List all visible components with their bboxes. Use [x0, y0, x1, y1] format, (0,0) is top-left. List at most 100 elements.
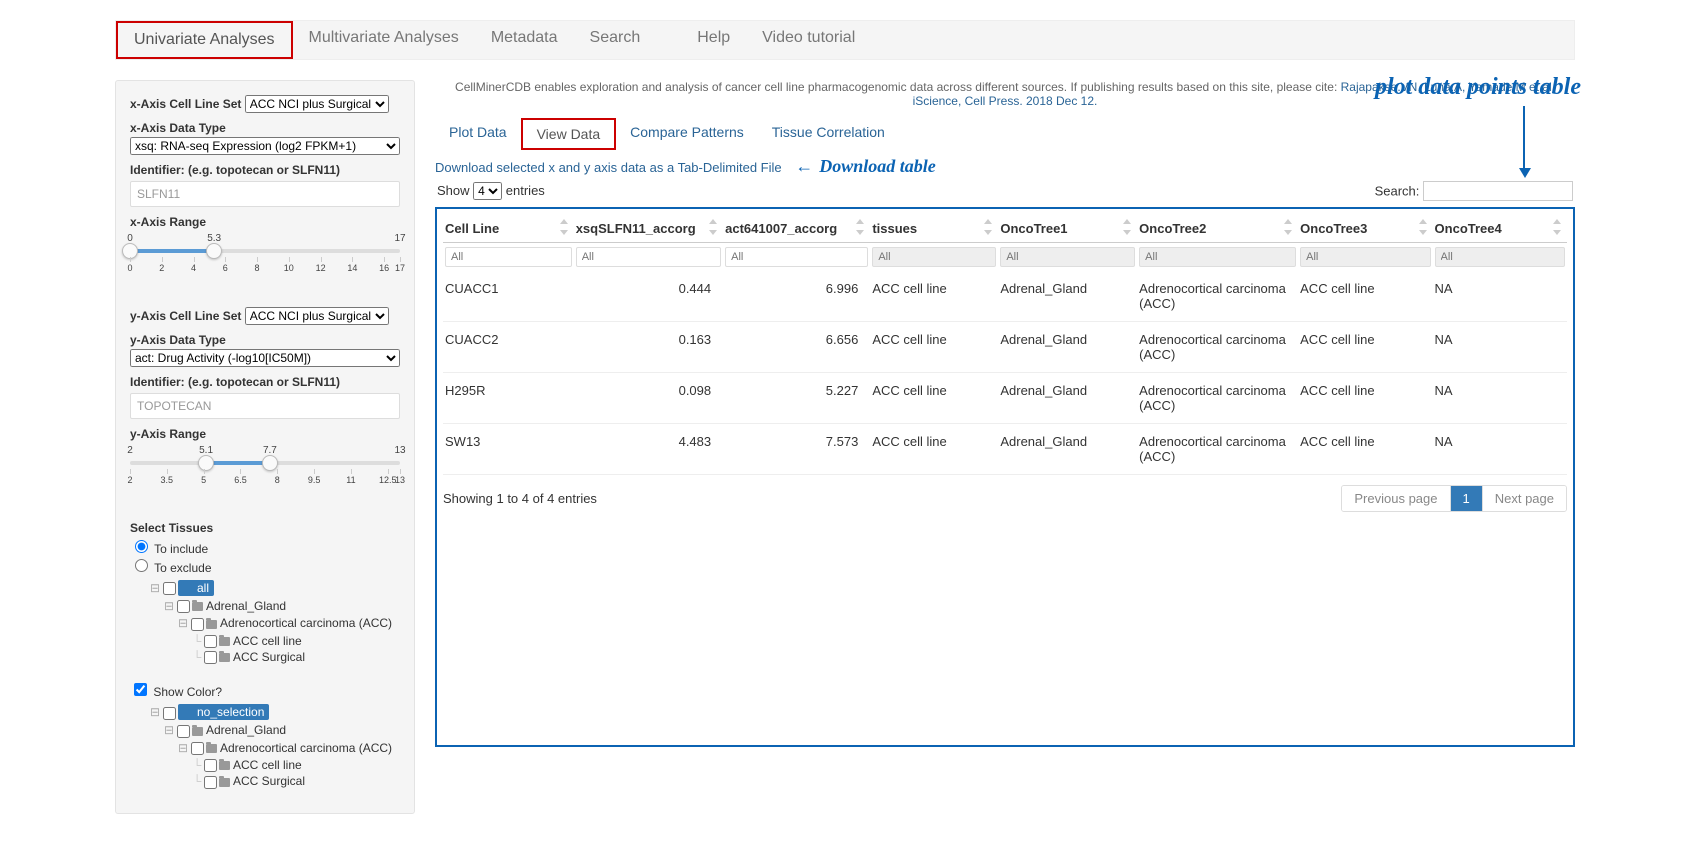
col-header[interactable]: act641007_accorg	[723, 215, 870, 243]
nav-univariate[interactable]: Univariate Analyses	[116, 21, 293, 59]
data-table: Cell LinexsqSLFN11_accorgact641007_accor…	[443, 215, 1567, 475]
col-filter-input[interactable]	[445, 247, 572, 267]
tab-tissue-correlation[interactable]: Tissue Correlation	[758, 118, 899, 150]
tree-node-checkbox[interactable]	[204, 635, 217, 648]
tree-toggle-icon[interactable]: ⊟	[178, 616, 188, 630]
tree-toggle-icon[interactable]: ⊟	[178, 741, 188, 755]
tree-node-noselection[interactable]: no_selection	[178, 704, 269, 720]
col-filter-input[interactable]	[576, 247, 721, 267]
col-header[interactable]: tissues	[870, 215, 998, 243]
col-filter-input	[1300, 247, 1430, 267]
tree-toggle-icon[interactable]: ⊟	[150, 581, 160, 595]
tree-node-acc[interactable]: Adrenocortical carcinoma (ACC)	[220, 616, 392, 630]
tree-node-surgical[interactable]: ACC Surgical	[233, 650, 305, 664]
tissues-heading: Select Tissues	[130, 521, 213, 535]
tab-view-data[interactable]: View Data	[521, 118, 617, 150]
nav-search[interactable]: Search	[574, 21, 657, 59]
sort-icon	[856, 219, 866, 235]
x-range-label: x-Axis Range	[130, 215, 206, 229]
top-nav: Univariate Analyses Multivariate Analyse…	[115, 20, 1575, 60]
tree-node-all[interactable]: all	[178, 580, 214, 596]
folder-icon	[192, 727, 203, 736]
pager-page-1[interactable]: 1	[1450, 486, 1482, 511]
annotation-arrow-line	[1523, 106, 1525, 170]
table-cell: ACC cell line	[1298, 424, 1432, 475]
x-identifier-input[interactable]	[130, 181, 400, 207]
col-header[interactable]: OncoTree1	[998, 215, 1137, 243]
col-filter-input	[1435, 247, 1565, 267]
nav-video[interactable]: Video tutorial	[746, 21, 871, 59]
download-data-link[interactable]: Download selected x and y axis data as a…	[435, 160, 782, 175]
table-cell: CUACC1	[443, 271, 574, 322]
col-filter-input[interactable]	[725, 247, 868, 267]
col-header[interactable]: OncoTree2	[1137, 215, 1298, 243]
table-cell: 0.098	[574, 373, 723, 424]
x-datatype-label: x-Axis Data Type	[130, 121, 226, 135]
table-search-input[interactable]	[1423, 181, 1573, 201]
show-color[interactable]: Show Color?	[130, 685, 222, 699]
folder-icon	[219, 761, 230, 770]
folder-icon	[206, 620, 217, 629]
tree-node-checkbox[interactable]	[177, 725, 190, 738]
folder-icon	[219, 637, 230, 646]
nav-metadata[interactable]: Metadata	[475, 21, 574, 59]
tree-node-adrenal[interactable]: Adrenal_Gland	[206, 723, 286, 737]
tissues-include[interactable]: To include	[130, 542, 208, 556]
tree-node-cellline[interactable]: ACC cell line	[233, 634, 302, 648]
table-cell: 0.444	[574, 271, 723, 322]
show-color-checkbox[interactable]	[134, 683, 147, 696]
nav-multivariate[interactable]: Multivariate Analyses	[293, 21, 475, 59]
data-table-box: Cell LinexsqSLFN11_accorgact641007_accor…	[435, 207, 1575, 747]
table-cell: ACC cell line	[870, 322, 998, 373]
table-cell: 7.573	[723, 424, 870, 475]
tissues-include-radio[interactable]	[135, 540, 148, 553]
tree-node-checkbox[interactable]	[204, 759, 217, 772]
y-range-slider[interactable]: 25.17.71323.556.589.51112.513	[130, 447, 400, 495]
tree-node-acc[interactable]: Adrenocortical carcinoma (ACC)	[220, 741, 392, 755]
col-header[interactable]: Cell Line	[443, 215, 574, 243]
col-header[interactable]: OncoTree4	[1433, 215, 1567, 243]
table-cell: 0.163	[574, 322, 723, 373]
tree-node-adrenal[interactable]: Adrenal_Gland	[206, 599, 286, 613]
tree-node-checkbox[interactable]	[163, 707, 176, 720]
tree-node-checkbox[interactable]	[204, 776, 217, 789]
tree-toggle-icon[interactable]: ⊟	[164, 599, 174, 613]
length-select[interactable]: 4	[473, 182, 502, 200]
pager-next[interactable]: Next page	[1482, 486, 1566, 511]
x-datatype-select[interactable]: xsq: RNA-seq Expression (log2 FPKM+1)	[130, 137, 400, 155]
tree-node-checkbox[interactable]	[204, 651, 217, 664]
y-cellline-select[interactable]: ACC NCI plus Surgical	[245, 307, 389, 325]
y-datatype-select[interactable]: act: Drug Activity (-log10[IC50M])	[130, 349, 400, 367]
tree-node-checkbox[interactable]	[177, 600, 190, 613]
tissue-tree-color: ⊟ no_selection ⊟ Adrenal_Gland ⊟ Adrenocort…	[136, 703, 400, 798]
col-header[interactable]: xsqSLFN11_accorg	[574, 215, 723, 243]
tree-toggle-icon[interactable]: ⊟	[150, 705, 160, 719]
table-row: CUACC20.1636.656ACC cell lineAdrenal_Gla…	[443, 322, 1567, 373]
tree-node-checkbox[interactable]	[163, 582, 176, 595]
col-header[interactable]: OncoTree3	[1298, 215, 1432, 243]
tree-node-checkbox[interactable]	[191, 618, 204, 631]
x-range-slider[interactable]: 05.317024681012141617	[130, 235, 400, 283]
table-cell: Adrenal_Gland	[998, 322, 1137, 373]
tab-compare-patterns[interactable]: Compare Patterns	[616, 118, 758, 150]
x-cellline-select[interactable]: ACC NCI plus Surgical	[245, 95, 389, 113]
tree-toggle-icon[interactable]: ⊟	[164, 723, 174, 737]
y-datatype-label: y-Axis Data Type	[130, 333, 226, 347]
tissues-exclude[interactable]: To exclude	[130, 561, 212, 575]
y-cellline-label: y-Axis Cell Line Set	[130, 309, 241, 323]
table-cell: 4.483	[574, 424, 723, 475]
sort-icon	[1284, 219, 1294, 235]
tab-plot-data[interactable]: Plot Data	[435, 118, 521, 150]
tissues-exclude-radio[interactable]	[135, 559, 148, 572]
tree-node-checkbox[interactable]	[191, 742, 204, 755]
table-cell: 6.996	[723, 271, 870, 322]
tree-node-cellline[interactable]: ACC cell line	[233, 758, 302, 772]
folder-icon	[183, 709, 194, 718]
pager-prev[interactable]: Previous page	[1342, 486, 1449, 511]
length-control: Show 4 entries	[437, 182, 545, 200]
y-identifier-input[interactable]	[130, 393, 400, 419]
nav-help[interactable]: Help	[681, 21, 746, 59]
tree-node-surgical[interactable]: ACC Surgical	[233, 774, 305, 788]
table-pager: Previous page 1 Next page	[1341, 485, 1567, 512]
folder-icon	[183, 584, 194, 593]
